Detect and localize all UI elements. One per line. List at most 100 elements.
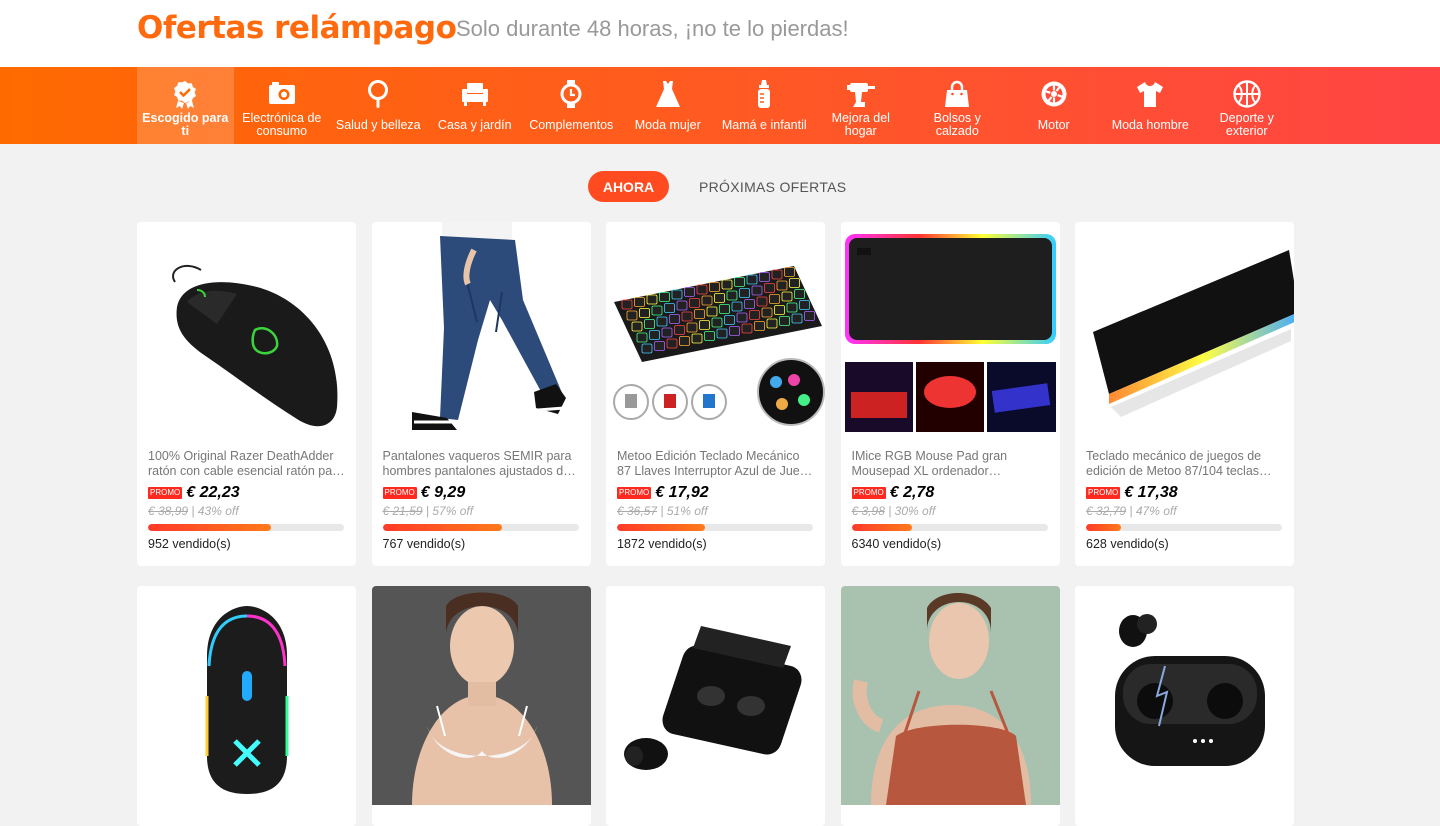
sold-progress-fill <box>851 524 913 531</box>
product-price: € 17,92 <box>655 484 709 501</box>
product-image[interactable] <box>1075 586 1294 805</box>
product-info: Pantalones vaqueros SEMIR para hombres p… <box>372 441 591 551</box>
discount-row: € 3,98 | 30% off <box>852 504 1049 518</box>
product-name[interactable]: Metoo Edición Teclado Mecánico 87 Llaves… <box>617 449 814 479</box>
tab-now[interactable]: AHORA <box>588 171 669 202</box>
category-label: Escogido para ti <box>142 111 229 138</box>
original-price: € 36,57 <box>617 504 658 518</box>
tab-upcoming[interactable]: PRÓXIMAS OFERTAS <box>699 179 846 195</box>
discount-percent: | 57% off <box>425 504 474 518</box>
category-label: Mamá e infantil <box>721 117 807 132</box>
discount-row: € 36,57 | 51% off <box>617 504 814 518</box>
mirror-icon <box>363 67 393 111</box>
sold-progress-fill <box>617 524 706 531</box>
product-info: Metoo Edición Teclado Mecánico 87 Llaves… <box>606 441 825 551</box>
original-price: € 38,99 <box>148 504 189 518</box>
category-drill[interactable]: Mejora del hogar <box>813 67 910 144</box>
category-label: Moda hombre <box>1111 117 1189 132</box>
handbag-icon <box>942 67 972 111</box>
category-bar: Escogido para ti Electrónica de consumo Sa… <box>0 67 1440 144</box>
category-handbag[interactable]: Bolsos y calzado <box>909 67 1006 144</box>
dress-icon <box>653 67 683 111</box>
category-baby-bottle[interactable]: Mamá e infantil <box>716 67 813 144</box>
category-label: Deporte y exterior <box>1219 111 1274 138</box>
category-label: Salud y belleza <box>335 117 421 132</box>
product-image[interactable] <box>371 586 591 805</box>
product-image[interactable] <box>137 586 356 805</box>
discount-percent: | 43% off <box>191 504 239 518</box>
product-image[interactable] <box>840 222 1060 441</box>
product-info: Teclado mecánico de juegos de edición de… <box>1075 441 1294 551</box>
watch-icon <box>556 67 586 111</box>
sold-progress-bar <box>1086 524 1282 531</box>
product-card[interactable] <box>371 586 591 826</box>
category-label: Moda mujer <box>634 117 701 132</box>
product-info: 100% Original Razer DeathAdder ratón con… <box>137 441 356 551</box>
sold-count: 6340 vendido(s) <box>851 537 942 551</box>
product-name[interactable]: Pantalones vaqueros SEMIR para hombres p… <box>383 449 580 479</box>
promo-badge: PROMO <box>1086 487 1121 499</box>
sold-progress-fill <box>148 524 272 531</box>
wheel-icon <box>1039 67 1069 111</box>
sold-progress-fill <box>382 524 503 531</box>
category-label: Bolsos y calzado <box>933 111 981 138</box>
promo-badge: PROMO <box>382 487 417 499</box>
category-tshirt[interactable]: Moda hombre <box>1102 67 1199 144</box>
product-image[interactable] <box>371 222 591 441</box>
product-image[interactable] <box>1075 222 1294 441</box>
product-card[interactable]: Pantalones vaqueros SEMIR para hombres p… <box>371 222 591 566</box>
baby-bottle-icon <box>749 67 779 111</box>
discount-percent: | 30% off <box>888 504 936 518</box>
original-price: € 3,98 <box>851 504 885 518</box>
price-row: PROMO € 17,92 <box>617 484 814 502</box>
product-card[interactable]: Teclado mecánico de juegos de edición de… <box>1075 222 1294 566</box>
category-sofa[interactable]: Casa y jardín <box>427 67 524 144</box>
product-name[interactable]: 100% Original Razer DeathAdder ratón con… <box>148 449 345 479</box>
category-watch[interactable]: Complementos <box>523 67 620 144</box>
product-name[interactable]: Teclado mecánico de juegos de edición de… <box>1086 449 1283 479</box>
category-basketball[interactable]: Deporte y exterior <box>1199 67 1296 144</box>
page-subtitle: Solo durante 48 horas, ¡no te lo pierdas… <box>456 16 849 41</box>
category-mirror[interactable]: Salud y belleza <box>330 67 427 144</box>
product-name[interactable]: IMice RGB Mouse Pad gran Mousepad XL ord… <box>852 449 1049 479</box>
price-row: PROMO € 2,78 <box>851 484 1049 502</box>
category-label: Complementos <box>529 117 614 132</box>
category-label: Mejora del hogar <box>831 111 890 138</box>
sold-progress-bar <box>148 524 344 531</box>
price-row: PROMO € 17,38 <box>1086 484 1283 502</box>
product-price: € 9,29 <box>420 484 466 501</box>
sold-progress-bar <box>382 524 579 531</box>
product-card[interactable]: IMice RGB Mouse Pad gran Mousepad XL ord… <box>840 222 1060 566</box>
category-camera[interactable]: Electrónica de consumo <box>234 67 331 144</box>
product-image[interactable] <box>606 222 825 441</box>
promo-badge: PROMO <box>851 487 886 499</box>
award-badge-icon <box>170 67 200 111</box>
discount-percent: | 51% off <box>660 504 708 518</box>
product-price: € 17,38 <box>1124 484 1178 501</box>
product-card[interactable]: Metoo Edición Teclado Mecánico 87 Llaves… <box>606 222 825 566</box>
product-card[interactable] <box>840 586 1060 826</box>
product-price: € 22,23 <box>186 484 240 501</box>
price-row: PROMO € 22,23 <box>148 484 345 502</box>
product-card[interactable] <box>137 586 356 826</box>
sold-count: 628 vendido(s) <box>1086 537 1169 551</box>
product-card[interactable]: 100% Original Razer DeathAdder ratón con… <box>137 222 356 566</box>
category-label: Casa y jardín <box>437 117 512 132</box>
product-price: € 2,78 <box>889 484 935 501</box>
product-image[interactable] <box>840 586 1060 805</box>
category-award-badge[interactable]: Escogido para ti <box>137 67 234 144</box>
product-card[interactable] <box>606 586 825 826</box>
tshirt-icon <box>1135 67 1165 111</box>
discount-row: € 21,59 | 57% off <box>383 504 580 518</box>
category-wheel[interactable]: Motor <box>1006 67 1103 144</box>
page-title: Ofertas relámpago <box>137 10 457 46</box>
discount-row: € 38,99 | 43% off <box>148 504 345 518</box>
drill-icon <box>846 67 876 111</box>
sold-progress-bar <box>617 524 813 531</box>
sofa-icon <box>460 67 490 111</box>
category-dress[interactable]: Moda mujer <box>620 67 717 144</box>
product-card[interactable] <box>1075 586 1294 826</box>
original-price: € 21,59 <box>382 504 423 518</box>
product-image[interactable] <box>137 222 356 441</box>
product-image[interactable] <box>606 586 825 805</box>
